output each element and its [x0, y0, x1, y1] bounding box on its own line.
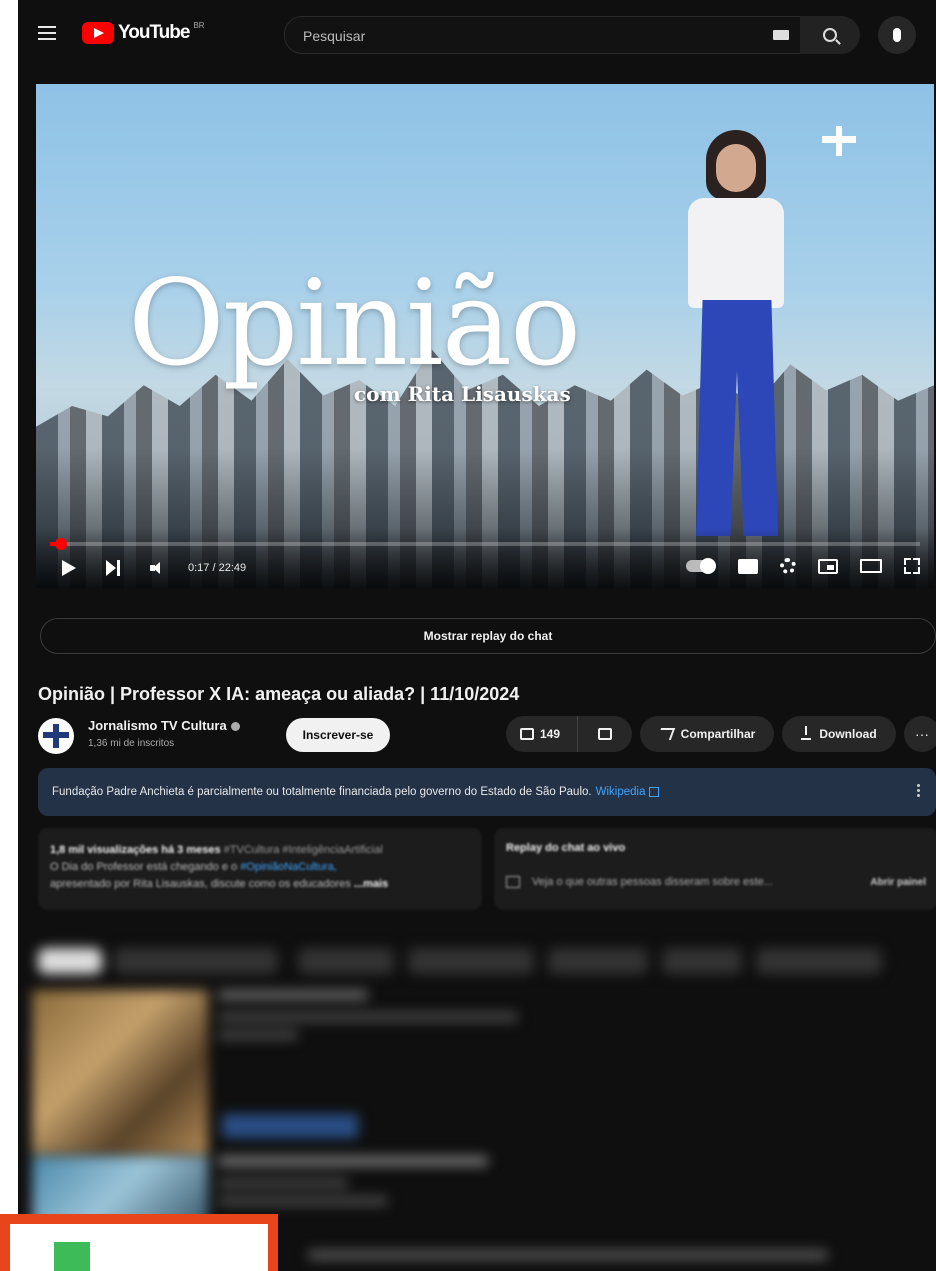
youtube-logo[interactable]: YouTube BR — [82, 20, 205, 44]
description-hashtags[interactable]: #TVCultura #InteligênciaArtificial — [224, 844, 383, 856]
chat-replay-text: Veja o que outras pessoas disseram sobre… — [532, 876, 773, 888]
download-icon — [801, 726, 812, 740]
chat-icon — [506, 876, 520, 888]
miniplayer-icon[interactable] — [818, 558, 838, 574]
menu-icon[interactable] — [38, 26, 56, 40]
share-icon — [656, 728, 675, 740]
top-bar: YouTube BR — [18, 0, 936, 70]
volume-icon[interactable] — [150, 562, 162, 574]
subscriber-count: 1,36 mi de inscritos — [88, 738, 175, 749]
description-more-link[interactable]: ...mais — [354, 878, 388, 890]
share-button[interactable]: Compartilhar — [640, 716, 774, 752]
keyboard-icon[interactable] — [773, 30, 789, 40]
thumb-up-icon — [520, 728, 534, 740]
autoplay-toggle-icon[interactable] — [686, 558, 716, 574]
presenter-figure — [676, 130, 796, 550]
more-actions-button[interactable]: ··· — [904, 716, 936, 752]
filter-chip[interactable] — [408, 948, 534, 974]
green-square — [54, 1242, 90, 1271]
voice-search-button[interactable] — [878, 16, 916, 54]
search-input[interactable] — [301, 17, 745, 55]
view-count-date: 1,8 mil visualizações há 3 meses — [50, 844, 221, 856]
chat-replay-panel: Replay do chat ao vivo Veja o que outras… — [494, 828, 936, 910]
description-line-1: O Dia do Professor está chegando e o — [50, 861, 238, 873]
progress-scrubber[interactable] — [55, 538, 68, 550]
search-icon — [823, 28, 837, 42]
theater-mode-icon[interactable] — [860, 559, 882, 573]
description-line-2: apresentado por Rita Lisauskas, discute … — [50, 878, 351, 890]
search-button[interactable] — [800, 16, 860, 54]
progress-bar[interactable] — [50, 538, 920, 550]
play-icon[interactable] — [62, 560, 76, 576]
channel-avatar[interactable] — [38, 718, 74, 754]
mic-icon — [893, 28, 901, 42]
thumb-down-icon — [598, 728, 612, 740]
video-overlay-title: Opinião — [128, 254, 581, 392]
player-controls: 0:17 / 22:49 — [36, 554, 934, 584]
download-button[interactable]: Download — [782, 716, 896, 752]
subtitles-icon[interactable] — [738, 558, 758, 574]
youtube-window: YouTube BR Opinião com Rita Lisauskas 0:… — [18, 0, 936, 1271]
filter-chip[interactable] — [662, 948, 742, 974]
video-overlay-subtitle: com Rita Lisauskas — [354, 382, 571, 406]
dislike-button[interactable] — [578, 728, 632, 740]
recommendation-thumbnail[interactable] — [32, 990, 208, 1154]
show-chat-replay-button[interactable]: Mostrar replay do chat — [40, 618, 936, 654]
video-player[interactable]: Opinião com Rita Lisauskas 0:17 / 22:49 — [36, 84, 934, 588]
kebab-menu-icon[interactable] — [917, 784, 920, 787]
logo-text: YouTube — [118, 22, 190, 43]
filter-chip[interactable] — [756, 948, 882, 974]
gear-icon[interactable] — [780, 558, 796, 574]
open-panel-button[interactable]: Abrir painel — [870, 877, 926, 888]
fullscreen-icon[interactable] — [904, 558, 920, 574]
next-icon[interactable] — [106, 560, 122, 576]
verified-icon — [230, 722, 240, 732]
wikipedia-link[interactable]: Wikipedia — [596, 786, 646, 798]
chat-replay-title: Replay do chat ao vivo — [506, 842, 626, 854]
search-box — [284, 16, 834, 55]
info-panel-text: Fundação Padre Anchieta é parcialmente o… — [52, 786, 592, 798]
youtube-play-icon — [82, 22, 114, 44]
logo-country-code: BR — [193, 20, 205, 30]
time-display: 0:17 / 22:49 — [188, 562, 247, 574]
video-title: Opinião | Professor X IA: ameaça ou alia… — [38, 684, 520, 704]
description-box[interactable]: 1,8 mil visualizações há 3 meses #TVCult… — [38, 828, 482, 910]
description-hashtag-link[interactable]: #OpiniãoNaCultura, — [240, 861, 337, 873]
like-count: 149 — [540, 727, 561, 741]
external-link-icon — [649, 787, 660, 797]
filter-chip[interactable] — [114, 948, 278, 974]
info-panel-banner: Fundação Padre Anchieta é parcialmente o… — [38, 768, 936, 816]
subscribe-button[interactable]: Inscrever-se — [286, 718, 390, 752]
filter-chip[interactable] — [548, 948, 648, 974]
channel-name-link[interactable]: Jornalismo TV Cultura — [88, 718, 240, 733]
overlay-card — [0, 1214, 278, 1271]
like-dislike-group: 149 — [506, 716, 632, 752]
filter-chip[interactable] — [298, 948, 394, 974]
tv-cultura-logo-icon — [822, 126, 856, 156]
like-button[interactable]: 149 — [506, 716, 578, 752]
filter-chip[interactable] — [38, 948, 102, 974]
